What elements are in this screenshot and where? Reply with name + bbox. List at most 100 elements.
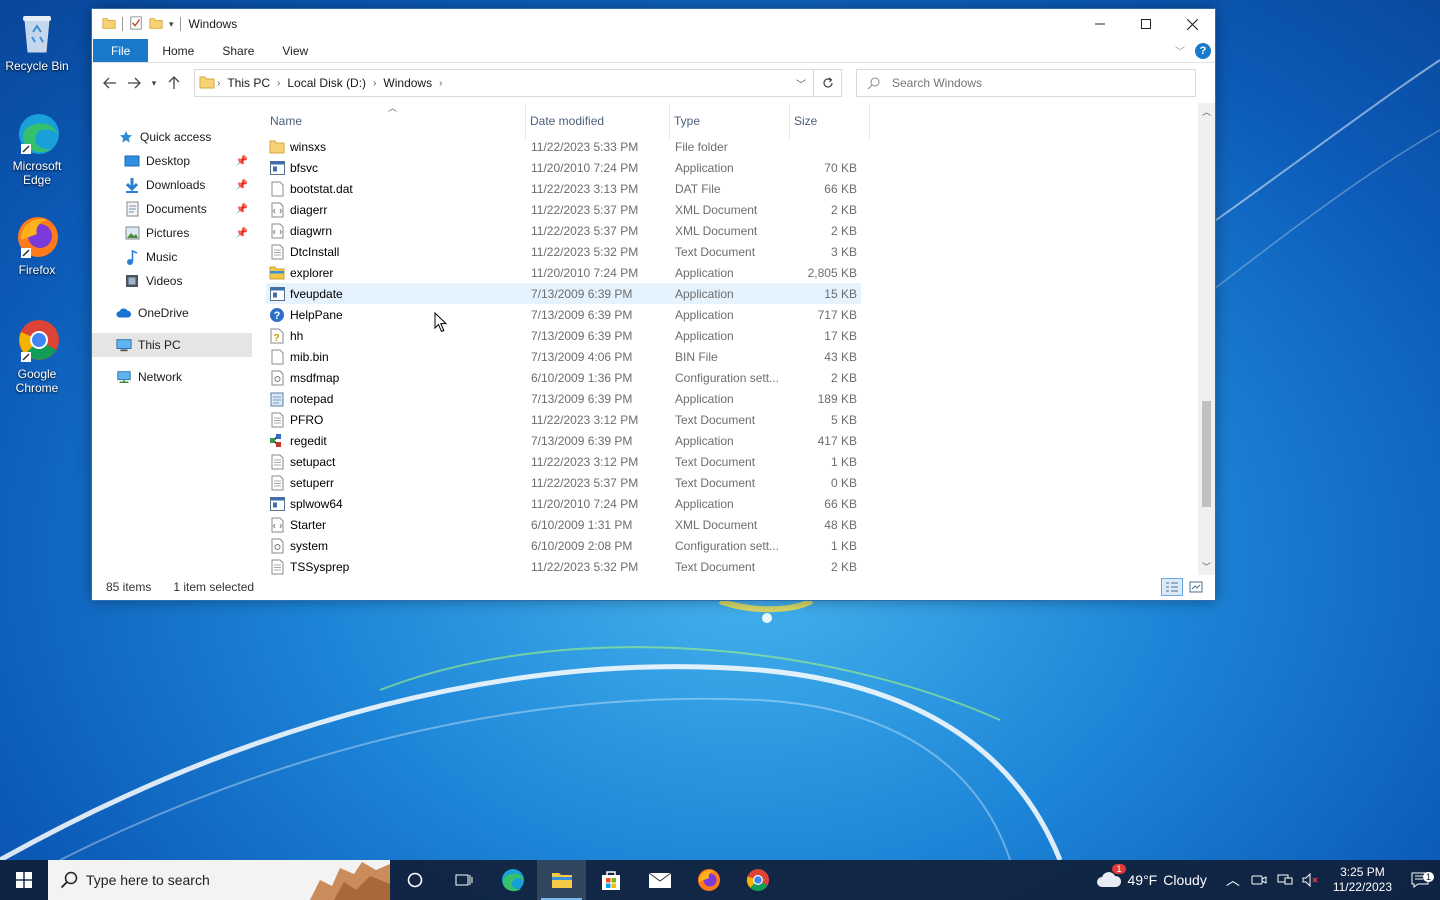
title-bar[interactable]: ▾ Windows — [92, 9, 1215, 39]
recent-locations-button[interactable]: ▾ — [146, 69, 162, 97]
xml-icon — [269, 517, 285, 533]
breadcrumb-chevron-icon[interactable]: › — [371, 78, 378, 89]
taskbar-store-button[interactable] — [586, 860, 635, 900]
desktop-icon-firefox[interactable]: Firefox — [0, 212, 74, 277]
tab-home[interactable]: Home — [148, 39, 208, 62]
volume-muted-icon[interactable] — [1299, 873, 1323, 887]
tab-file[interactable]: File — [93, 39, 149, 62]
help-icon[interactable]: ? — [1195, 42, 1211, 59]
cortana-button[interactable] — [390, 860, 439, 900]
weather-temperature: 49°F — [1127, 872, 1158, 888]
taskbar-firefox-button[interactable] — [684, 860, 733, 900]
search-input[interactable] — [892, 76, 1182, 90]
properties-icon[interactable] — [129, 15, 143, 33]
notification-center-button[interactable]: 1 — [1400, 872, 1440, 888]
pin-icon[interactable]: 📌 — [236, 180, 248, 191]
close-button[interactable] — [1169, 9, 1215, 39]
table-row[interactable]: DtcInstall 11/22/2023 5:32 PM Text Documen… — [266, 241, 861, 262]
search-box[interactable] — [856, 69, 1196, 97]
table-row[interactable]: setupact 11/22/2023 3:12 PM Text Document 1… — [266, 451, 861, 472]
nav-quick-access[interactable]: Quick access — [92, 125, 252, 149]
meet-now-icon[interactable] — [1247, 873, 1271, 887]
large-icons-view-button[interactable] — [1185, 578, 1207, 596]
documents-icon — [124, 201, 140, 217]
pin-icon[interactable]: 📌 — [236, 204, 248, 215]
start-button[interactable] — [0, 860, 48, 900]
scroll-down-arrow-icon[interactable]: ﹀ — [1198, 558, 1215, 575]
nav-item-videos[interactable]: Videos — [92, 269, 252, 293]
expand-ribbon-chevron-icon[interactable]: ﹀ — [1175, 43, 1185, 58]
table-row[interactable]: msdfmap 6/10/2009 1:36 PM Configuration se… — [266, 367, 861, 388]
network-status-icon[interactable] — [1273, 873, 1297, 887]
tab-view[interactable]: View — [268, 39, 322, 62]
toolbar-separator — [179, 17, 181, 31]
table-row[interactable]: regedit 7/13/2009 6:39 PM Application 417 K… — [266, 430, 861, 451]
taskbar-clock[interactable]: 3:25 PM 11/22/2023 — [1333, 865, 1392, 895]
table-row[interactable]: winsxs 11/22/2023 5:33 PM File folder — [266, 136, 861, 157]
nav-item-downloads[interactable]: Downloads 📌 — [92, 173, 252, 197]
table-row[interactable]: splwow64 11/20/2010 7:24 PM Application 66 … — [266, 493, 861, 514]
folder-icon — [199, 74, 215, 93]
table-row[interactable]: ? HelpPane 7/13/2009 6:39 PM Application 717… — [266, 304, 861, 325]
breadcrumb-chevron-icon[interactable]: › — [275, 78, 282, 89]
nav-label: Documents — [146, 202, 207, 216]
table-row[interactable]: Starter 6/10/2009 1:31 PM XML Document 48 K… — [266, 514, 861, 535]
task-view-button[interactable] — [439, 860, 488, 900]
scroll-up-arrow-icon[interactable]: ︿ — [1198, 103, 1215, 120]
pin-icon[interactable]: 📌 — [236, 228, 248, 239]
table-row[interactable]: explorer 11/20/2010 7:24 PM Application 2,8… — [266, 262, 861, 283]
nav-item-documents[interactable]: Documents 📌 — [92, 197, 252, 221]
nav-this-pc[interactable]: This PC — [92, 333, 252, 357]
minimize-button[interactable] — [1077, 9, 1123, 39]
refresh-button[interactable] — [813, 70, 841, 96]
table-row[interactable]: system 6/10/2009 2:08 PM Configuration set… — [266, 535, 861, 556]
maximize-button[interactable] — [1123, 9, 1169, 39]
desktop-icon-microsoft-edge[interactable]: Microsoft Edge — [0, 108, 74, 187]
taskbar-mail-button[interactable] — [635, 860, 684, 900]
table-row[interactable]: ? hh 7/13/2009 6:39 PM Application 17 KB — [266, 325, 861, 346]
breadcrumb-windows[interactable]: Windows — [378, 76, 437, 90]
customize-toolbar-chevron-icon[interactable]: ▾ — [169, 19, 174, 30]
new-folder-icon[interactable] — [149, 16, 163, 33]
back-button[interactable] — [98, 69, 122, 97]
forward-button[interactable] — [122, 69, 146, 97]
desktop-icon-recycle-bin[interactable]: Recycle Bin — [0, 8, 74, 73]
breadcrumb-this-pc[interactable]: This PC — [222, 76, 275, 90]
table-row[interactable]: diagerr 11/22/2023 5:37 PM XML Document 2 K… — [266, 199, 861, 220]
desktop-icon-google-chrome[interactable]: Google Chrome — [0, 316, 74, 395]
table-row[interactable]: diagwrn 11/22/2023 5:37 PM XML Document 2 K… — [266, 220, 861, 241]
table-row[interactable]: mib.bin 7/13/2009 4:06 PM BIN File 43 KB — [266, 346, 861, 367]
taskbar-edge-button[interactable] — [488, 860, 537, 900]
column-header-date-modified[interactable]: Date modified — [526, 103, 670, 139]
address-bar[interactable]: › This PC › Local Disk (D:) › Windows › … — [194, 69, 842, 97]
address-dropdown-chevron-icon[interactable]: ﹀ — [789, 76, 813, 91]
details-view-button[interactable] — [1161, 578, 1183, 596]
tab-share[interactable]: Share — [208, 39, 268, 62]
file-name-cell: ? HelpPane — [266, 307, 526, 323]
table-row[interactable]: PFRO 11/22/2023 3:12 PM Text Document 5 KB — [266, 409, 861, 430]
table-row[interactable]: bootstat.dat 11/22/2023 3:13 PM DAT File 66… — [266, 178, 861, 199]
breadcrumb-chevron-icon[interactable]: › — [437, 78, 444, 89]
table-row[interactable]: fveupdate 7/13/2009 6:39 PM Application 15 … — [266, 283, 861, 304]
vertical-scrollbar[interactable]: ︿ ﹀ — [1198, 103, 1215, 575]
nav-item-music[interactable]: Music — [92, 245, 252, 269]
nav-item-pictures[interactable]: Pictures 📌 — [92, 221, 252, 245]
nav-network[interactable]: Network — [92, 365, 252, 389]
nav-item-desktop[interactable]: Desktop 📌 — [92, 149, 252, 173]
breadcrumb-chevron-icon[interactable]: › — [215, 78, 222, 89]
table-row[interactable]: bfsvc 11/20/2010 7:24 PM Application 70 KB — [266, 157, 861, 178]
table-row[interactable]: notepad 7/13/2009 6:39 PM Application 189 K… — [266, 388, 861, 409]
column-header-type[interactable]: Type — [670, 103, 790, 139]
taskbar-search-box[interactable]: Type here to search — [48, 860, 390, 900]
breadcrumb-local-disk[interactable]: Local Disk (D:) — [282, 76, 371, 90]
column-header-size[interactable]: Size — [790, 103, 870, 139]
nav-onedrive[interactable]: OneDrive — [92, 301, 252, 325]
pin-icon[interactable]: 📌 — [236, 156, 248, 167]
table-row[interactable]: setuperr 11/22/2023 5:37 PM Text Document 0… — [266, 472, 861, 493]
show-hidden-icons-chevron-icon[interactable]: ︿ — [1221, 870, 1245, 890]
weather-widget[interactable]: 1 49°F Cloudy — [1096, 863, 1207, 891]
taskbar-chrome-button[interactable] — [733, 860, 782, 900]
taskbar-file-explorer-button[interactable] — [537, 860, 586, 900]
up-button[interactable] — [162, 69, 186, 97]
scrollbar-thumb[interactable] — [1202, 401, 1211, 507]
